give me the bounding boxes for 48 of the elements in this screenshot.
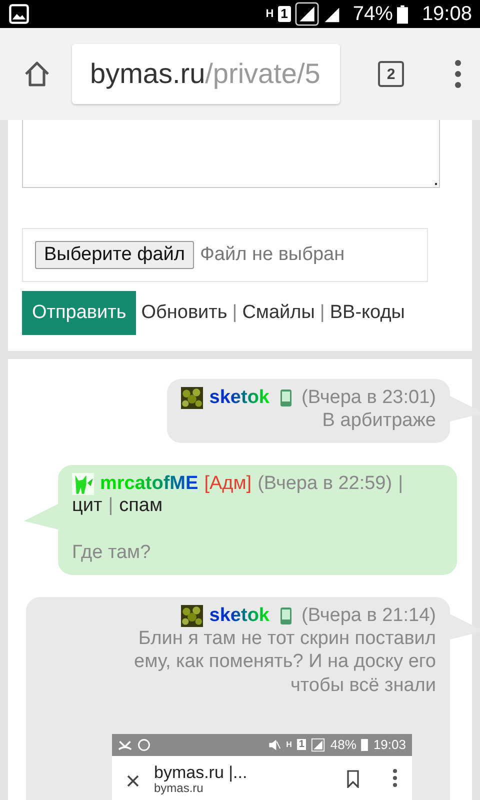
- page-host: bymas.ru: [154, 782, 204, 796]
- form-link[interactable]: Обновить: [141, 302, 228, 324]
- avatar-icon: [181, 387, 204, 409]
- send-button[interactable]: Отправить: [22, 291, 136, 335]
- separator: |: [398, 472, 404, 495]
- close-icon: [126, 774, 140, 788]
- avatar-icon: [72, 472, 94, 495]
- chat-icon: [137, 738, 151, 752]
- page-title: bymas.ru |...: [154, 764, 248, 782]
- form-link[interactable]: BB-коды: [330, 302, 405, 324]
- file-status: Файл не выбран: [200, 244, 345, 266]
- mute-icon: [267, 738, 282, 752]
- signal-icon: [322, 5, 341, 23]
- admin-tag: [Адм]: [204, 472, 252, 495]
- separator: |: [320, 302, 325, 324]
- signal-icon: [311, 738, 326, 752]
- message-time: (Вчера в 22:59): [258, 472, 392, 495]
- address-bar[interactable]: bymas.ru/private/5: [72, 44, 340, 104]
- message-text: Где там?: [72, 540, 152, 564]
- battery-icon: [361, 738, 368, 751]
- attached-screenshot[interactable]: H 1 48% 19:03 bymas.ru |... bymas.ru: [112, 734, 412, 800]
- message-input[interactable]: [22, 120, 440, 188]
- message-text: Блин я там не тот скрин поставил ему, как поменять? И на доску его чтобы всё знали: [133, 626, 436, 698]
- bookmark-icon: [346, 770, 360, 788]
- message-time: (Вчера в 21:14): [302, 604, 436, 626]
- clock: 19:03: [373, 737, 406, 752]
- sim-badge: 1: [296, 739, 306, 750]
- choose-file-button[interactable]: Выберите файл: [35, 241, 194, 269]
- network-type: H: [286, 740, 292, 750]
- avatar-icon: [181, 604, 204, 626]
- message-action-link[interactable]: спам: [119, 494, 163, 517]
- sim-badge: 1: [278, 6, 291, 22]
- message-action-link[interactable]: цит: [72, 494, 102, 517]
- battery-icon: [396, 4, 408, 24]
- form-link[interactable]: Смайлы: [242, 302, 315, 324]
- menu-icon[interactable]: [454, 59, 462, 89]
- message-text: В арбитраже: [321, 409, 436, 433]
- battery-level: 74%: [352, 2, 393, 26]
- separator: |: [232, 302, 238, 324]
- network-type: H: [266, 8, 274, 20]
- separator: |: [108, 494, 114, 517]
- menu-icon: [392, 768, 398, 788]
- message-time: (Вчера в 23:01): [302, 387, 436, 409]
- signal-icon: [294, 2, 319, 26]
- battery-level: 48%: [330, 737, 356, 752]
- tab-count-button[interactable]: 2: [378, 61, 404, 87]
- image-icon: [8, 3, 30, 25]
- clock: 19:08: [422, 2, 472, 26]
